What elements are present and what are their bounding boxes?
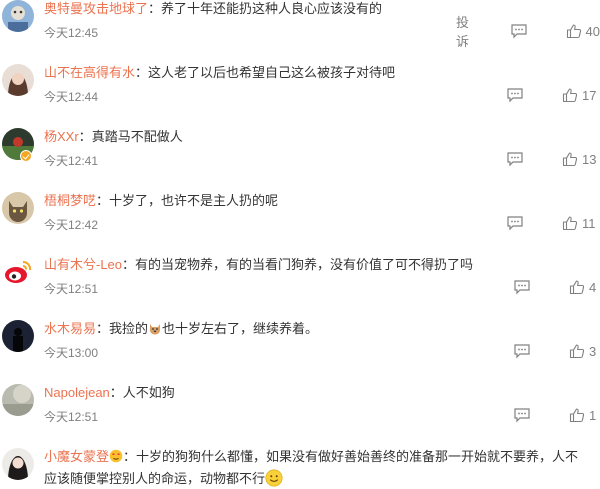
comment-actions: 3 [513, 342, 596, 360]
reply-icon[interactable] [506, 215, 524, 231]
comment-item: 山有木兮-Leo：有的当宠物养，有的当看门狗养，没有价值了可不得扔了吗 今天12… [0, 256, 600, 320]
comment-list: 奥特曼攻击地球了：养了十年还能扔这种人良心应该没有的 今天12:45 投诉 40… [0, 0, 600, 489]
weibo-logo-avatar[interactable] [2, 256, 34, 288]
avatar[interactable] [2, 448, 34, 480]
comment-body: 养了十年还能扔这种人良心应该没有的 [161, 1, 383, 16]
comment-body: 我捡的 [109, 321, 149, 336]
like-button[interactable]: 17 [562, 87, 596, 103]
comment-text: Napolejean：人不如狗 [44, 385, 175, 400]
comment-actions: 投诉 40 [456, 15, 600, 49]
timestamp: 今天12:42 [44, 218, 99, 232]
comment-item: 梧桐梦呓：十岁了，也许不是主人扔的呢 今天12:42 11 [0, 192, 600, 256]
comment-text: 山不在高得有水：这人老了以后也希望自己这么被孩子对待吧 [44, 65, 396, 80]
reply-icon[interactable] [506, 87, 524, 103]
username-link[interactable]: 奥特曼攻击地球了 [44, 1, 148, 16]
comment-body: 有的当宠物养，有的当看门狗养，没有价值了可不得扔了吗 [135, 257, 474, 272]
timestamp: 今天12:51 [44, 410, 99, 424]
comment-item: 山不在高得有水：这人老了以后也希望自己这么被孩子对待吧 今天12:44 17 [0, 64, 600, 128]
thumbs-up-icon [569, 408, 585, 423]
avatar[interactable] [2, 64, 34, 96]
username-link[interactable]: 小魔女蒙登 [44, 449, 109, 464]
like-count: 11 [582, 215, 596, 231]
comment-actions: 1 [513, 406, 596, 424]
thumbs-up-icon [566, 24, 581, 39]
comment-item: 小魔女蒙登 ：十岁的狗狗什么都懂，如果没有做好善始善终的准备那一开始就不要养，人不… [0, 448, 600, 489]
comment-body: 这人老了以后也希望自己这么被孩子对待吧 [148, 65, 396, 80]
comment-actions: 13 [506, 150, 596, 168]
crying-heart-emoji-icon [109, 448, 123, 463]
timestamp: 今天12:41 [44, 154, 99, 168]
timestamp: 今天12:45 [44, 26, 99, 40]
smile-emoji-icon [265, 469, 283, 487]
thumbs-up-icon [562, 152, 578, 167]
avatar[interactable] [2, 192, 34, 224]
comment-text: 梧桐梦呓：十岁了，也许不是主人扔的呢 [44, 193, 279, 208]
thumbs-up-icon [562, 216, 578, 231]
comment-text: 水木易易：我捡的 也十岁左右了，继续养着。 [44, 321, 319, 336]
comment-item: 杨XXr：真踏马不配做人 今天12:41 13 [0, 128, 600, 192]
timestamp: 今天13:00 [44, 346, 99, 360]
like-count: 3 [589, 343, 597, 359]
timestamp: 今天12:44 [44, 90, 99, 104]
reply-icon[interactable] [513, 279, 531, 295]
username-link[interactable]: 梧桐梦呓 [44, 193, 96, 208]
username-link[interactable]: 山不在高得有水 [44, 65, 135, 80]
avatar[interactable] [2, 384, 34, 416]
comment-item: 水木易易：我捡的 也十岁左右了，继续养着。 今天13:00 3 [0, 320, 600, 384]
thumbs-up-icon [569, 344, 585, 359]
comment-actions: 11 [506, 214, 596, 232]
username-link[interactable]: 山有木兮-Leo [44, 257, 122, 272]
like-button[interactable]: 4 [569, 279, 596, 295]
report-button[interactable]: 投诉 [456, 12, 480, 50]
like-button[interactable]: 11 [562, 215, 596, 231]
comment-actions: 17 [506, 86, 596, 104]
comment-text: 小魔女蒙登 ：十岁的狗狗什么都懂，如果没有做好善始善终的准备那一开始就不要养，人不… [44, 448, 579, 487]
like-button[interactable]: 13 [562, 151, 596, 167]
username-link[interactable]: 杨XXr [44, 129, 79, 144]
like-count: 1 [589, 407, 597, 423]
comment-body: 也十岁左右了，继续养着。 [162, 321, 319, 336]
username-link[interactable]: Napolejean [44, 385, 110, 400]
comment-body: 真踏马不配做人 [91, 129, 183, 144]
comment-text: 杨XXr：真踏马不配做人 [44, 129, 183, 144]
like-button[interactable]: 1 [569, 407, 596, 423]
username-link[interactable]: 水木易易 [44, 321, 96, 336]
like-count: 40 [585, 23, 600, 39]
comment-item: Napolejean：人不如狗 今天12:51 1 [0, 384, 600, 448]
reply-icon[interactable] [506, 151, 524, 167]
comment-body: 人不如狗 [122, 385, 175, 400]
comment-item: 奥特曼攻击地球了：养了十年还能扔这种人良心应该没有的 今天12:45 投诉 40 [0, 0, 600, 64]
avatar[interactable] [2, 0, 34, 32]
reply-icon[interactable] [510, 23, 528, 39]
thumbs-up-icon [569, 280, 585, 295]
reply-icon[interactable] [513, 343, 531, 359]
thumbs-up-icon [562, 88, 578, 103]
dog-emoji-icon [148, 321, 162, 335]
like-count: 17 [582, 87, 597, 103]
verified-badge-icon [20, 150, 32, 162]
timestamp: 今天12:51 [44, 282, 99, 296]
comment-body: 十岁了，也许不是主人扔的呢 [109, 193, 279, 208]
comment-text: 奥特曼攻击地球了：养了十年还能扔这种人良心应该没有的 [44, 1, 383, 16]
like-button[interactable]: 3 [569, 343, 596, 359]
like-count: 13 [582, 151, 597, 167]
avatar[interactable] [2, 320, 34, 352]
comment-actions: 4 [513, 278, 596, 296]
like-count: 4 [589, 279, 597, 295]
comment-text: 山有木兮-Leo：有的当宠物养，有的当看门狗养，没有价值了可不得扔了吗 [44, 257, 474, 272]
reply-icon[interactable] [513, 407, 531, 423]
like-button[interactable]: 40 [566, 23, 600, 39]
